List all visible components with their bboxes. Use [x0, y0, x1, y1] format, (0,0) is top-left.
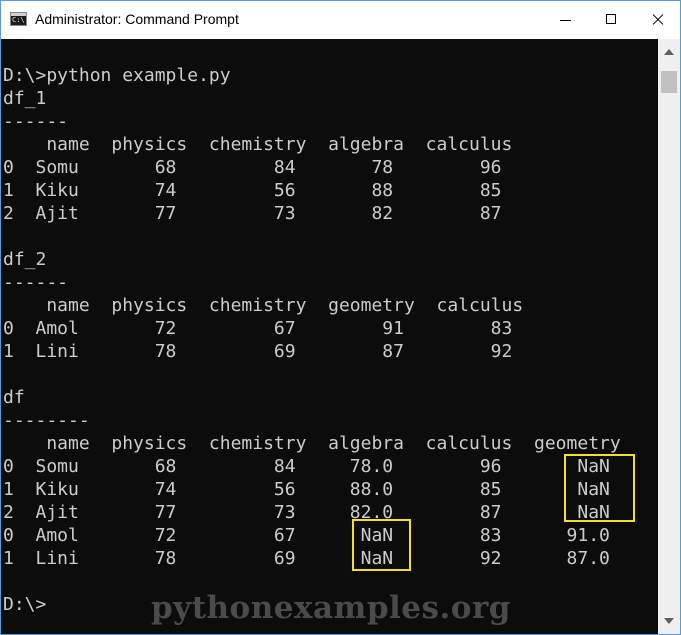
console-output-area[interactable]: D:\>python example.py df_1 ------ name p…	[1, 39, 658, 634]
command-prompt-window: C:\ Administrator: Command Prompt D:\>py…	[0, 0, 681, 635]
scroll-down-icon[interactable]	[664, 618, 674, 624]
maximize-button[interactable]	[588, 1, 634, 39]
scroll-up-icon[interactable]	[664, 49, 674, 55]
command-prompt-icon-text: C:\	[12, 16, 25, 24]
command-prompt-icon: C:\	[10, 12, 27, 26]
console-text: D:\>python example.py df_1 ------ name p…	[3, 65, 621, 615]
window-title: Administrator: Command Prompt	[35, 11, 239, 27]
vertical-scrollbar[interactable]	[658, 39, 680, 634]
watermark: pythonexamples.org	[151, 590, 511, 626]
nan-highlight-geometry	[564, 454, 635, 522]
nan-highlight-algebra	[352, 519, 411, 571]
maximize-icon	[606, 14, 616, 24]
close-button[interactable]	[634, 1, 680, 39]
scroll-thumb[interactable]	[661, 71, 677, 93]
minimize-icon	[560, 20, 571, 21]
title-bar[interactable]: C:\ Administrator: Command Prompt	[1, 1, 680, 39]
minimize-button[interactable]	[542, 1, 588, 39]
